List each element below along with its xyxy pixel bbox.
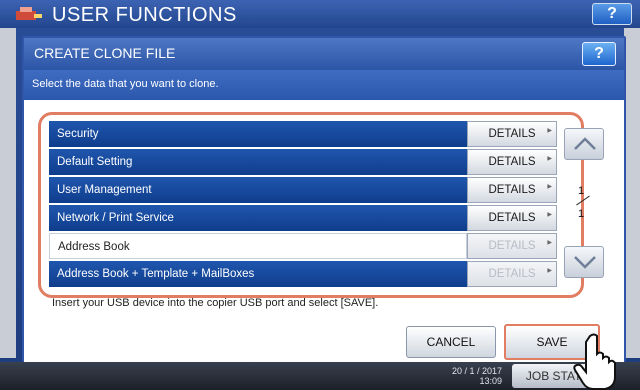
time-text: 13:09 <box>479 376 503 386</box>
hand-pointer-icon <box>573 333 616 390</box>
list-item-security[interactable]: Security DETAILS ▶ <box>49 121 557 147</box>
clone-data-list: Security DETAILS ▶ Default Setting DETAIL… <box>49 121 557 289</box>
list-item-label[interactable]: Network / Print Service <box>49 205 467 231</box>
list-item-label[interactable]: Address Book + Template + MailBoxes <box>49 261 467 287</box>
details-button[interactable]: DETAILS ▶ <box>467 205 557 231</box>
list-item-label[interactable]: Address Book <box>49 233 467 259</box>
list-item-address-book-template-mailboxes[interactable]: Address Book + Template + MailBoxes DETA… <box>49 261 557 287</box>
app-header: USER FUNCTIONS ? <box>0 0 640 28</box>
arrow-corner-icon: ▶ <box>547 156 552 162</box>
details-button-disabled: DETAILS ▶ <box>467 261 557 287</box>
list-item-label[interactable]: User Management <box>49 177 467 203</box>
arrow-corner-icon: ▶ <box>547 128 552 134</box>
details-button-disabled: DETAILS ▶ <box>467 233 557 259</box>
app-title: USER FUNCTIONS <box>52 4 237 26</box>
chevron-up-icon <box>574 137 596 150</box>
list-item-network-print-service[interactable]: Network / Print Service DETAILS ▶ <box>49 205 557 231</box>
dialog-help-button[interactable]: ? <box>582 42 616 66</box>
datetime: 20 / 1 / 2017 13:09 <box>452 366 502 386</box>
list-item-label[interactable]: Default Setting <box>49 149 467 175</box>
page-current: 1 <box>578 185 585 197</box>
chevron-down-icon <box>574 256 596 269</box>
list-item-address-book[interactable]: Address Book DETAILS ▶ <box>49 233 557 259</box>
usb-instruction-text: Insert your USB device into the copier U… <box>52 297 379 309</box>
list-item-default-setting[interactable]: Default Setting DETAILS ▶ <box>49 149 557 175</box>
arrow-corner-icon: ▶ <box>547 212 552 218</box>
instruction-text: Select the data that you want to clone. <box>32 78 219 90</box>
dialog-title: CREATE CLONE FILE <box>34 45 176 61</box>
list-item-user-management[interactable]: User Management DETAILS ▶ <box>49 177 557 203</box>
details-button[interactable]: DETAILS ▶ <box>467 121 557 147</box>
scroll-up-button[interactable] <box>564 128 604 160</box>
details-button[interactable]: DETAILS ▶ <box>467 149 557 175</box>
app-help-button[interactable]: ? <box>592 3 632 25</box>
cancel-button[interactable]: CANCEL <box>406 326 496 358</box>
details-button[interactable]: DETAILS ▶ <box>467 177 557 203</box>
instruction-bar: Select the data that you want to clone. <box>24 70 624 100</box>
arrow-corner-icon: ▶ <box>547 268 552 274</box>
arrow-corner-icon: ▶ <box>547 184 552 190</box>
printer-logo-icon <box>16 7 42 20</box>
page-total: 1 <box>578 208 585 220</box>
arrow-corner-icon: ▶ <box>547 240 552 246</box>
scroll-down-button[interactable] <box>564 246 604 278</box>
dialog-header: CREATE CLONE FILE ? <box>24 38 624 70</box>
list-item-label[interactable]: Security <box>49 121 467 147</box>
app-side-panel-left <box>0 28 16 358</box>
app-side-panel-right <box>624 28 640 358</box>
date-text: 20 / 1 / 2017 <box>452 366 503 376</box>
